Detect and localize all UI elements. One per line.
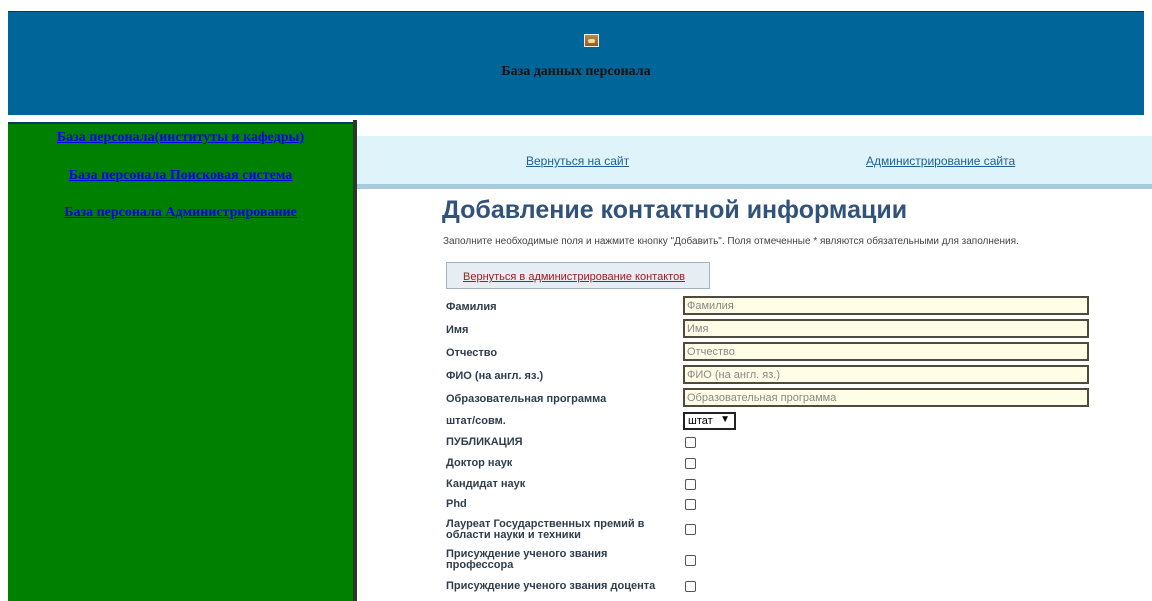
site-title: База данных персонала [501,64,651,79]
candidate-checkbox[interactable] [685,479,696,490]
doctor-label: Доктор наук [446,457,513,469]
edu-program-label: Образовательная программа [446,393,607,405]
last-name-label: Фамилия [446,301,497,313]
phd-label: Phd [446,498,467,510]
first-name-input[interactable] [683,319,1089,338]
logo-mark [588,39,595,43]
laureate-checkbox[interactable] [685,524,696,535]
top-nav-bar: Вернуться на сайт Администрирование сайт… [357,136,1152,189]
professor-checkbox[interactable] [685,555,696,566]
sidebar-link-institutes[interactable]: База персонала(институты и кафедры) [8,130,353,146]
docent-label: Присуждение ученого звания доцента [446,580,656,592]
name-en-label: ФИО (на англ. яз.) [446,370,544,382]
first-name-label: Имя [446,324,469,336]
patronymic-label: Отчество [446,347,498,359]
content-divider [353,120,357,601]
sidebar-link-admin[interactable]: База персонала Администрирование [8,205,353,221]
doctor-checkbox[interactable] [685,458,696,469]
name-en-input[interactable] [683,365,1089,384]
last-name-input[interactable] [683,296,1089,315]
site-admin-link[interactable]: Администрирование сайта [866,154,1015,168]
candidate-label: Кандидат наук [446,478,526,490]
form-instructions: Заполните необходимые поля и нажмите кно… [443,236,1019,247]
professor-label-line2: профессора [446,559,514,571]
sidebar-link-search[interactable]: База персонала Поисковая система [8,168,353,184]
site-header: База данных персонала [8,11,1144,115]
publication-label: ПУБЛИКАЦИЯ [446,436,523,448]
patronymic-input[interactable] [683,342,1089,361]
page-title: Добавление контактной информации [442,196,908,224]
back-to-site-link[interactable]: Вернуться на сайт [526,154,629,168]
employment-label: штат/совм. [446,415,506,427]
edu-program-input[interactable] [683,388,1089,407]
back-to-contacts-box: Вернуться в администрирование контактов [446,262,710,288]
publication-checkbox[interactable] [685,437,696,448]
phd-checkbox[interactable] [685,499,696,510]
back-to-contacts-link[interactable]: Вернуться в администрирование контактов [463,271,685,283]
chevron-down-icon: ▼ [720,414,730,425]
laureate-label-line2: области науки и техники [446,529,581,541]
site-logo-image [584,34,599,47]
sidebar: База персонала(институты и кафедры) База… [8,122,353,601]
docent-checkbox[interactable] [685,581,696,592]
back-box-underline [446,288,710,289]
employment-select-value: штат [688,415,713,427]
laureate-label: Лауреат Государственных премий в области… [446,519,644,541]
employment-select[interactable]: штат ▼ [683,412,736,430]
professor-label: Присуждение ученого звания профессора [446,549,607,571]
